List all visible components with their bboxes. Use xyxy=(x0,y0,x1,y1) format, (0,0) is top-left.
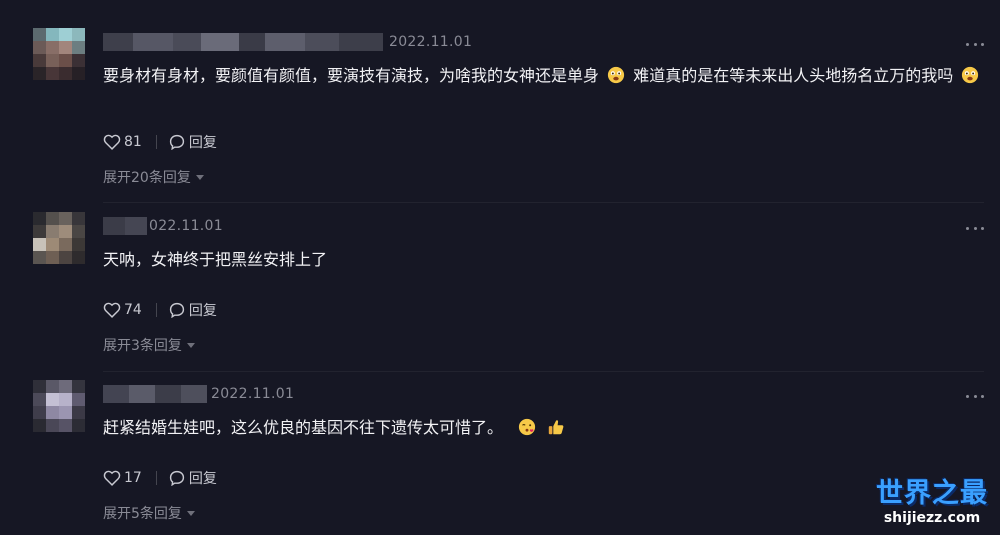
comment-date: 022.11.01 xyxy=(149,218,223,234)
avatar[interactable] xyxy=(33,380,85,438)
reply-button[interactable]: 回复 xyxy=(169,468,217,488)
comment-actions: 74 回复 xyxy=(103,300,217,320)
avatar[interactable] xyxy=(33,212,85,270)
more-options-icon[interactable] xyxy=(966,38,984,50)
comment-text-part: 要身材有身材，要颜值有颜值，要演技有演技，为啥我的女神还是单身 xyxy=(103,66,600,85)
comment-actions: 17 回复 xyxy=(103,468,217,488)
chat-bubble-icon xyxy=(169,134,184,150)
comment-list-page: 2022.11.01 要身材有身材，要颜值有颜值，要演技有演技，为啥我的女神还是… xyxy=(0,0,1000,535)
drooling-face-icon xyxy=(608,66,625,84)
like-button[interactable]: 81 xyxy=(103,134,142,150)
comment-date: 2022.11.01 xyxy=(389,34,473,50)
site-watermark: 世界之最 shijiezz.com xyxy=(872,479,992,531)
expand-replies-label: 展开3条回复 xyxy=(103,338,182,354)
expand-replies-button[interactable]: 展开3条回复 xyxy=(103,335,195,355)
comment-text-part: 天呐，女神终于把黑丝安排上了 xyxy=(103,250,328,269)
expand-replies-label: 展开5条回复 xyxy=(103,506,182,522)
blowing-kiss-icon xyxy=(519,418,536,436)
expand-replies-button[interactable]: 展开20条回复 xyxy=(103,167,204,187)
comment-date: 2022.11.01 xyxy=(211,386,295,402)
heart-icon xyxy=(103,134,121,150)
divider xyxy=(155,471,157,485)
comment-actions: 81 回复 xyxy=(103,132,217,152)
username-blurred[interactable] xyxy=(103,385,207,403)
comment-text-part: 赶紧结婚生娃吧，这么优良的基因不往下遗传太可惜了。 xyxy=(103,418,504,437)
comment-text: 天呐，女神终于把黑丝安排上了 xyxy=(103,246,983,273)
more-options-icon[interactable] xyxy=(966,390,984,402)
chat-bubble-icon xyxy=(169,302,184,318)
comment-divider xyxy=(103,202,984,203)
like-count: 74 xyxy=(124,302,142,318)
caret-down-icon xyxy=(195,174,204,180)
reply-button[interactable]: 回复 xyxy=(169,132,217,152)
comment-text-part: 难道真的是在等未来出人头地扬名立万的我吗 xyxy=(633,66,954,85)
avatar[interactable] xyxy=(33,28,85,86)
reply-label: 回复 xyxy=(188,303,217,319)
chat-bubble-icon xyxy=(169,470,184,486)
like-count: 81 xyxy=(124,134,142,150)
like-count: 17 xyxy=(124,470,142,486)
username-blurred[interactable] xyxy=(103,33,383,51)
comment-text: 要身材有身材，要颜值有颜值，要演技有演技，为啥我的女神还是单身 难道真的是在等未… xyxy=(103,62,983,89)
heart-icon xyxy=(103,470,121,486)
heart-icon xyxy=(103,302,121,318)
expand-replies-label: 展开20条回复 xyxy=(103,170,191,186)
caret-down-icon xyxy=(186,510,195,516)
reply-label: 回复 xyxy=(188,471,217,487)
watermark-url: shijiezz.com xyxy=(883,510,981,526)
reply-button[interactable]: 回复 xyxy=(169,300,217,320)
reply-label: 回复 xyxy=(188,135,217,151)
username-blurred[interactable] xyxy=(103,217,147,235)
comment-divider xyxy=(103,371,984,372)
divider xyxy=(155,135,157,149)
more-options-icon[interactable] xyxy=(966,222,984,234)
caret-down-icon xyxy=(186,342,195,348)
thumbs-up-icon xyxy=(549,420,564,435)
expand-replies-button[interactable]: 展开5条回复 xyxy=(103,503,195,523)
drooling-face-icon xyxy=(962,66,979,84)
divider xyxy=(155,303,157,317)
like-button[interactable]: 74 xyxy=(103,302,142,318)
watermark-title: 世界之最 xyxy=(876,478,988,509)
comment-text: 赶紧结婚生娃吧，这么优良的基因不往下遗传太可惜了。 xyxy=(103,414,983,441)
like-button[interactable]: 17 xyxy=(103,470,142,486)
